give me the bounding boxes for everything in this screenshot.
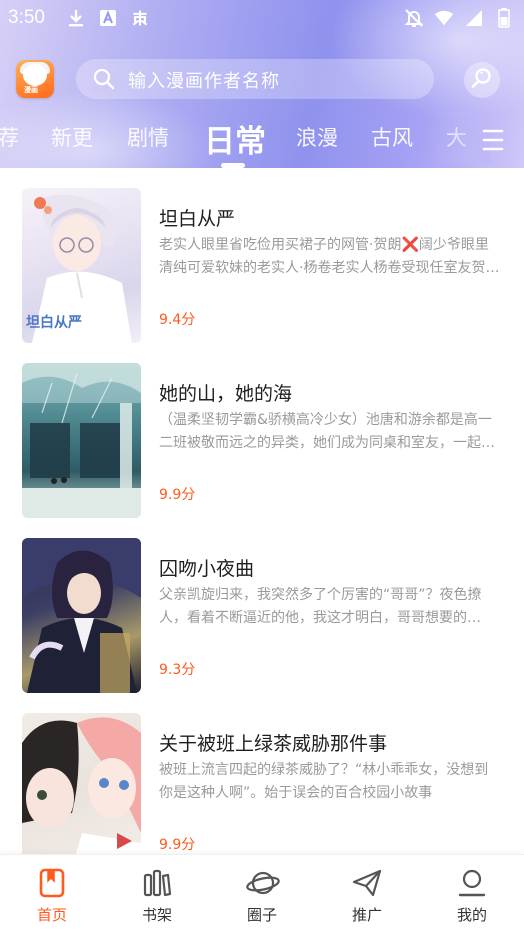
nav-profile[interactable]: 我的 — [432, 867, 512, 925]
signal-icon — [464, 8, 484, 28]
nav-home-label: 首页 — [36, 906, 67, 924]
comic-score: 9.4分 — [159, 312, 196, 328]
comic-description: 父亲凯旋归来，我突然多了个厉害的“哥哥”？夜色撩人，看着不断逼近的他，我这才明白… — [159, 587, 482, 626]
comic-title: 囚吻小夜曲 — [159, 558, 255, 580]
profile-icon — [456, 867, 488, 899]
search-icon — [470, 66, 494, 94]
tab-ancient[interactable]: 古风 — [371, 122, 413, 152]
comic-list: 坦白从严 坦白从严 老实人眼里省吃俭用买裙子的网管·贺朗❌阔少爷眼里清纯可爱软妹… — [0, 168, 524, 854]
nav-circle-label: 圈子 — [246, 906, 277, 924]
logo-face — [23, 64, 47, 86]
app-notification-icon — [130, 8, 150, 28]
menu-icon[interactable] — [482, 128, 508, 152]
home-bookmark-icon — [36, 867, 68, 899]
battery-icon — [494, 8, 514, 28]
planet-icon — [246, 867, 280, 899]
comic-description: 老实人眼里省吃俭用买裙子的网管·贺朗❌阔少爷眼里清纯可爱软妹的老实人·杨卷老实人… — [159, 237, 500, 276]
comic-title: 关于被班上绿茶威胁那件事 — [159, 733, 388, 755]
wifi-icon — [434, 8, 454, 28]
download-icon — [66, 8, 86, 28]
tab-daily[interactable]: 日常 — [204, 116, 266, 161]
list-item[interactable]: 她的山，她的海 （温柔坚韧学霸&骄横高冷少女）池唐和游余都是高一二班被敬而远之的… — [0, 343, 524, 518]
mute-bell-icon — [404, 8, 424, 28]
bottom-navigation: 首页 书架 圈子 推广 我的 — [0, 854, 524, 933]
list-item[interactable]: 坦白从严 坦白从严 老实人眼里省吃俭用买裙子的网管·贺朗❌阔少爷眼里清纯可爱软妹… — [0, 168, 524, 343]
status-time: 3:50 — [8, 7, 45, 28]
paper-plane-icon — [351, 867, 383, 899]
comic-title: 坦白从严 — [159, 208, 236, 230]
comic-score: 9.9分 — [159, 837, 196, 853]
search-placeholder: 输入漫画作者名称 — [128, 71, 280, 92]
tab-new-update[interactable]: 新更 — [51, 122, 93, 152]
tab-romance[interactable]: 浪漫 — [296, 122, 338, 152]
nav-circle[interactable]: 圈子 — [222, 867, 302, 925]
comic-score: 9.9分 — [159, 487, 196, 503]
comic-score: 9.3分 — [159, 662, 196, 678]
search-icon — [93, 68, 115, 90]
tab-indicator — [221, 163, 245, 168]
nav-profile-label: 我的 — [456, 906, 487, 924]
comic-title: 她的山，她的海 — [159, 383, 293, 405]
comic-cover[interactable] — [22, 538, 141, 693]
app-logo[interactable]: 漫画 — [16, 60, 54, 98]
list-item[interactable]: 关于被班上绿茶威胁那件事 被班上流言四起的绿茶威胁了？“林小乖乖女，没想到你是这… — [0, 693, 524, 854]
nav-promote-label: 推广 — [351, 906, 382, 924]
cover-title: 坦白从严 — [26, 315, 82, 331]
search-button[interactable] — [464, 62, 500, 98]
search-input[interactable]: 输入漫画作者名称 — [76, 59, 434, 99]
bookshelf-icon — [141, 867, 173, 899]
comic-description: 被班上流言四起的绿茶威胁了？“林小乖乖女，没想到你是这种人啊”。始于误会的百合校… — [159, 762, 489, 801]
a-letter-icon — [98, 8, 118, 28]
nav-promote[interactable]: 推广 — [327, 867, 407, 925]
nav-bookshelf[interactable]: 书架 — [117, 867, 197, 925]
comic-cover[interactable] — [22, 713, 141, 854]
tab-story[interactable]: 剧情 — [127, 122, 169, 152]
comic-description: （温柔坚韧学霸&骄横高冷少女）池唐和游余都是高一二班被敬而远之的异类，她们成为同… — [159, 412, 495, 451]
comic-cover[interactable]: 坦白从严 — [22, 188, 141, 343]
list-item[interactable]: 囚吻小夜曲 父亲凯旋归来，我突然多了个厉害的“哥哥”？夜色撩人，看着不断逼近的他… — [0, 518, 524, 693]
nav-bookshelf-label: 书架 — [141, 906, 172, 924]
tab-recommend[interactable]: 荐 — [0, 122, 19, 152]
tab-fade — [430, 112, 490, 164]
logo-tag: 漫画 — [24, 86, 38, 94]
status-bar: 3:50 — [0, 0, 524, 38]
nav-home[interactable]: 首页 — [12, 867, 92, 925]
comic-cover[interactable] — [22, 363, 141, 518]
